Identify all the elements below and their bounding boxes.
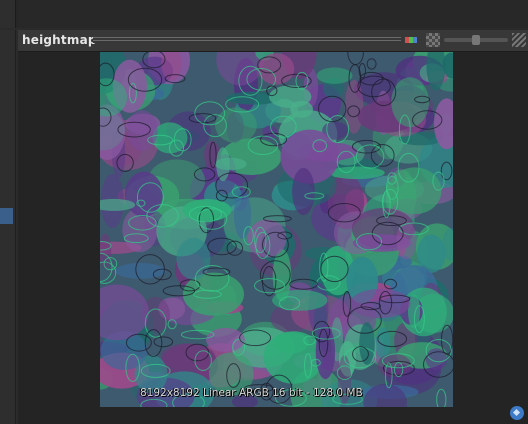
- terrain-blob: [350, 288, 411, 319]
- heightmap-panel: heightmap 8192x8192 Linear ARGB 16 bit -…: [18, 30, 528, 424]
- terrain-blob: [114, 263, 166, 279]
- terrain-blob: [316, 67, 353, 84]
- panel-title: heightmap: [22, 33, 97, 47]
- terrain-blob: [269, 85, 312, 108]
- terrain-blob: [391, 77, 429, 127]
- terrain-blob: [388, 167, 442, 215]
- terrain-blob: [344, 80, 364, 134]
- terrain-blob: [315, 324, 336, 380]
- terrain-blob: [126, 110, 158, 152]
- panel-titlebar[interactable]: heightmap: [18, 30, 528, 52]
- terrain-blob: [375, 327, 391, 359]
- exposure-slider[interactable]: [444, 35, 508, 45]
- top-left-block: [0, 0, 16, 28]
- image-info-label: 8192x8192 Linear ARGB 16 bit - 128.0 MB: [140, 387, 363, 399]
- left-dock: [0, 30, 16, 424]
- terrain-blob: [216, 147, 230, 182]
- terrain-blob: [182, 199, 232, 222]
- channels-icon[interactable]: [404, 33, 418, 47]
- terrain-blob: [377, 353, 411, 377]
- left-dock-selected-item[interactable]: [0, 208, 13, 224]
- checker-icon[interactable]: [426, 33, 440, 47]
- image-viewport[interactable]: 8192x8192 Linear ARGB 16 bit - 128.0 MB: [100, 52, 453, 407]
- top-bar: [18, 0, 528, 28]
- top-strip: [0, 0, 528, 28]
- heightmap-image: [100, 52, 453, 407]
- terrain-blob: [176, 237, 211, 280]
- terrain-blob: [215, 107, 257, 143]
- terrain-blob: [263, 331, 324, 384]
- drag-grip[interactable]: [93, 37, 401, 43]
- tag-icon[interactable]: [510, 406, 524, 420]
- terrain-blob: [328, 166, 385, 180]
- menu-icon[interactable]: [512, 33, 526, 47]
- terrain-blob: [292, 167, 315, 216]
